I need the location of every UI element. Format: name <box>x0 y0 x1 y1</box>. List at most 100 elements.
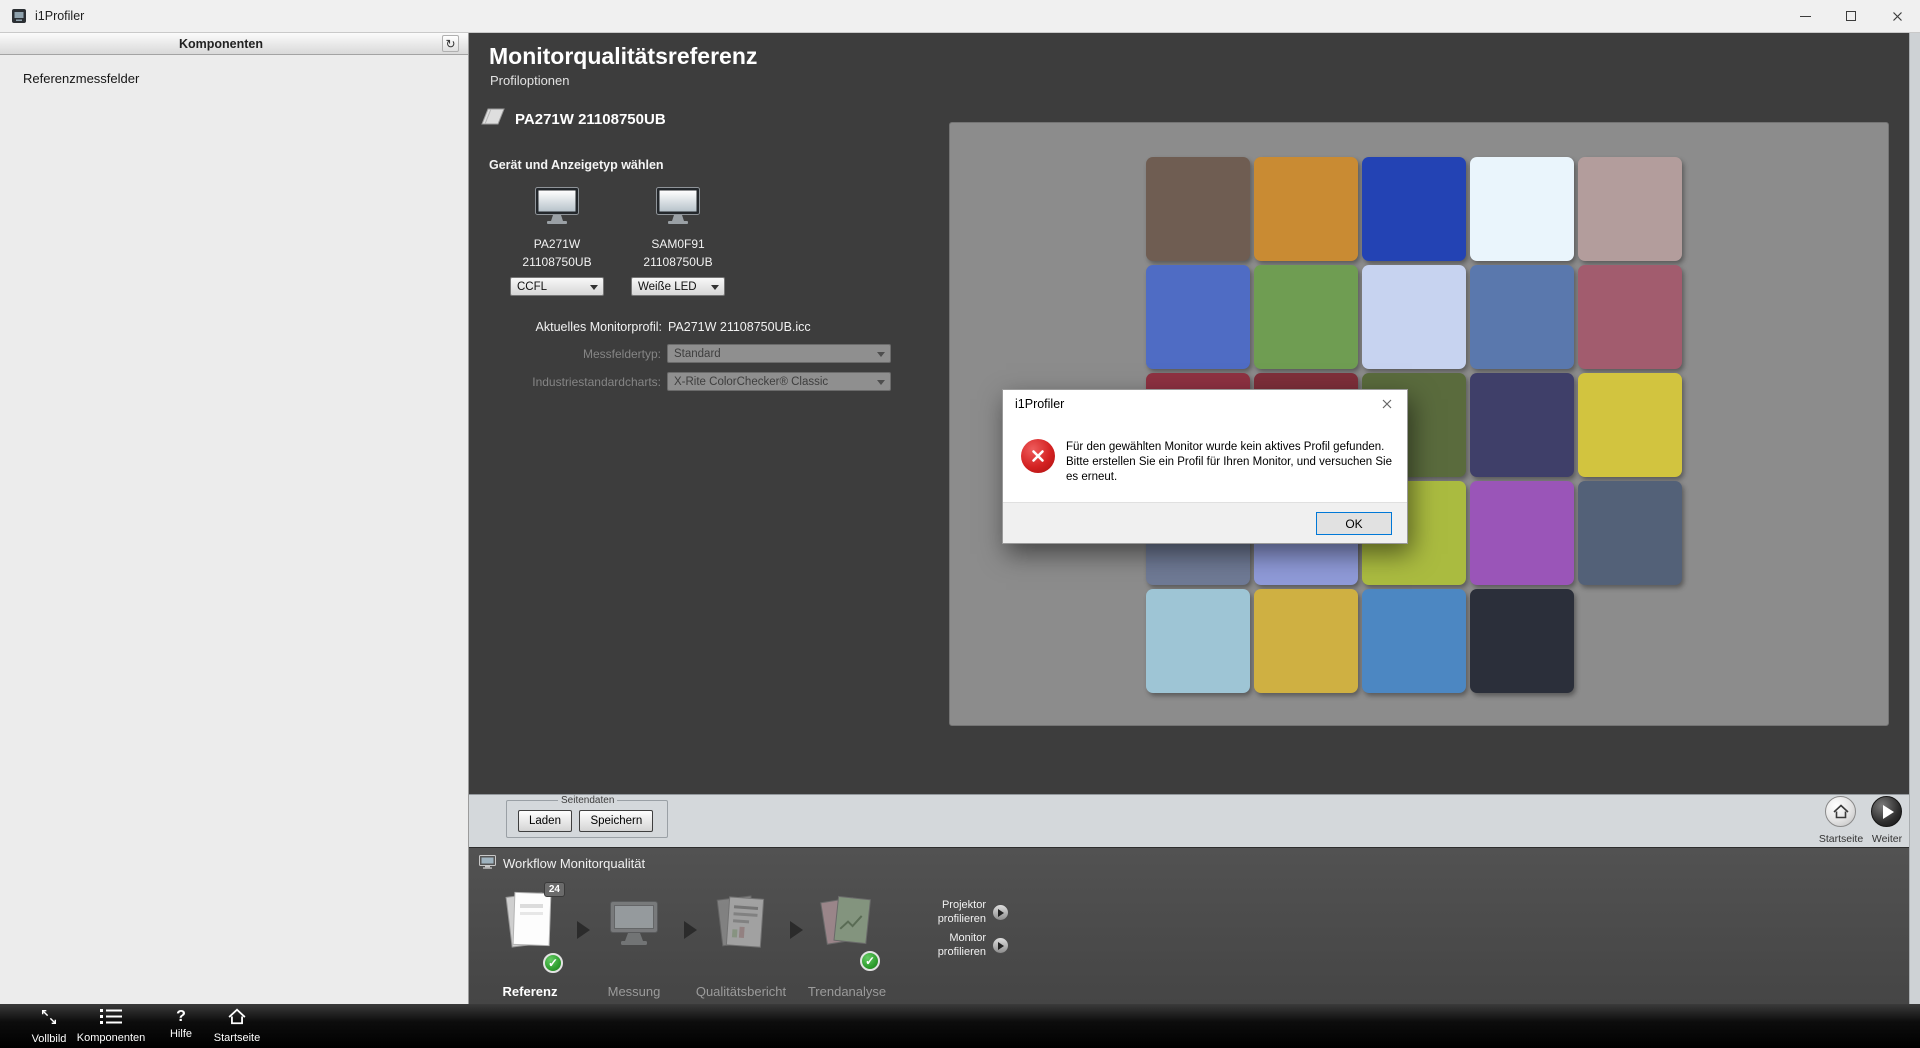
profile-monitor-action: Monitor profilieren <box>866 932 1009 959</box>
page-data-group: Seitendaten Laden Speichern <box>506 795 668 838</box>
color-patch <box>1362 157 1466 261</box>
color-patch <box>1254 589 1358 693</box>
device-serial: 21108750UB <box>630 255 726 269</box>
home-icon <box>228 1008 246 1026</box>
components-list-icon <box>100 1008 122 1026</box>
color-patch <box>1470 157 1574 261</box>
window-controls <box>1782 0 1920 32</box>
sidebar-item-referenzmessfelder[interactable]: Referenzmessfelder <box>23 71 468 86</box>
play-icon <box>1883 805 1894 819</box>
fullscreen-icon <box>39 1008 59 1026</box>
monitor-small-icon <box>479 855 496 872</box>
workflow-step-label: Qualitätsbericht <box>681 984 801 999</box>
device-tile-sam0f91[interactable]: SAM0F91 21108750UB Weiße LED <box>630 182 726 296</box>
device-type-section-label: Gerät und Anzeigetyp wählen <box>489 158 664 172</box>
next-button[interactable] <box>1871 796 1902 827</box>
close-button[interactable] <box>1874 0 1920 32</box>
arrow-right-icon <box>998 909 1004 917</box>
measurement-monitor-icon <box>607 900 661 948</box>
refresh-icon[interactable]: ↻ <box>442 35 459 52</box>
arrow-right-icon <box>998 942 1004 950</box>
toolbar-label: Komponenten <box>71 1032 151 1044</box>
sidebar-header-title: Komponenten <box>179 37 289 51</box>
color-patch <box>1578 265 1682 369</box>
color-patch <box>1470 265 1574 369</box>
check-icon: ✓ <box>543 953 563 973</box>
industry-chart-select: X-Rite ColorChecker® Classic <box>667 372 891 391</box>
maximize-icon <box>1846 11 1856 21</box>
save-button[interactable]: Speichern <box>579 810 653 832</box>
workflow-step-label: Messung <box>586 984 682 999</box>
home-button[interactable] <box>1825 796 1856 827</box>
chevron-down-icon <box>877 380 885 385</box>
patch-type-label: Messfeldertyp: <box>583 347 661 361</box>
color-patch <box>1470 481 1574 585</box>
color-patch <box>1254 157 1358 261</box>
device-serial: 21108750UB <box>509 255 605 269</box>
projector-action-label: Projektor profilieren <box>866 899 986 926</box>
bottom-toolbar <box>0 1004 1920 1048</box>
chevron-down-icon <box>590 285 598 290</box>
sidebar: Komponenten ↻ Referenzmessfelder <box>0 33 469 1004</box>
color-patch <box>1146 157 1250 261</box>
color-patch <box>1470 589 1574 693</box>
device-tile-pa271w[interactable]: PA271W 21108750UB CCFL <box>509 182 605 296</box>
error-dialog: i1Profiler Für den gewählten Monitor wur… <box>1002 389 1408 544</box>
page-data-group-label: Seitendaten <box>558 795 617 806</box>
dialog-footer: OK <box>1003 502 1407 543</box>
quality-report-icon <box>712 890 770 954</box>
workflow-header: Workflow Monitorqualität <box>479 855 645 872</box>
current-profile-label: Aktuelles Monitorprofil: <box>536 320 662 334</box>
color-patch <box>1470 373 1574 477</box>
workflow-step-messung[interactable]: Messung <box>586 884 682 1002</box>
toolbar-label: Startseite <box>197 1032 277 1044</box>
chevron-down-icon <box>711 285 719 290</box>
color-patch <box>1578 373 1682 477</box>
dialog-close-icon[interactable] <box>1376 393 1398 415</box>
next-button-label: Weiter <box>1856 833 1918 845</box>
backlight-select-ccfl[interactable]: CCFL <box>510 277 604 296</box>
device-heading-text: PA271W 21108750UB <box>515 111 666 128</box>
dialog-title: i1Profiler <box>1015 397 1064 411</box>
page-subtitle: Profiloptionen <box>490 73 570 88</box>
projector-go-button[interactable] <box>992 904 1009 921</box>
ok-button[interactable]: OK <box>1316 512 1392 535</box>
close-icon <box>1892 11 1903 22</box>
window-titlebar[interactable]: i1Profiler <box>0 0 1920 33</box>
current-profile-value: PA271W 21108750UB.icc <box>668 320 811 334</box>
window-title: i1Profiler <box>35 9 84 23</box>
toolbar-komponenten[interactable]: Komponenten <box>71 1008 151 1046</box>
color-patch <box>1578 481 1682 585</box>
backlight-select-led[interactable]: Weiße LED <box>631 277 725 296</box>
device-name: PA271W <box>509 237 605 251</box>
select-value: CCFL <box>517 281 547 293</box>
page-actions-band <box>469 794 1909 847</box>
minimize-icon <box>1800 16 1811 17</box>
monitor-go-button[interactable] <box>992 937 1009 954</box>
profile-projector-action: Projektor profilieren <box>866 899 1009 926</box>
workflow-step-referenz[interactable]: 24 ✓ Referenz <box>482 884 578 1002</box>
monitor-icon <box>534 186 580 231</box>
help-icon: ? <box>176 1008 186 1026</box>
chevron-down-icon <box>877 352 885 357</box>
color-patch <box>1254 265 1358 369</box>
profile-book-icon <box>479 106 507 133</box>
vertical-scrollbar[interactable] <box>1909 33 1920 1004</box>
workflow-step-qualitaetsbericht[interactable]: Qualitätsbericht <box>681 884 801 1002</box>
patch-type-select: Standard <box>667 344 891 363</box>
sidebar-header: Komponenten ↻ <box>0 33 468 55</box>
dialog-titlebar[interactable]: i1Profiler <box>1003 390 1407 417</box>
app-window: i1Profiler Komponenten ↻ Referenzmessfel… <box>0 0 1920 1048</box>
toolbar-startseite[interactable]: Startseite <box>197 1008 277 1046</box>
industry-chart-label: Industriestandardcharts: <box>532 375 661 389</box>
device-heading: PA271W 21108750UB <box>479 106 666 133</box>
error-icon <box>1021 439 1055 473</box>
color-patch <box>1146 589 1250 693</box>
maximize-button[interactable] <box>1828 0 1874 32</box>
color-patch <box>1362 589 1466 693</box>
minimize-button[interactable] <box>1782 0 1828 32</box>
dialog-message: Für den gewählten Monitor wurde kein akt… <box>1066 440 1396 485</box>
load-button[interactable]: Laden <box>518 810 572 832</box>
page-title: Monitorqualitätsreferenz <box>489 43 757 70</box>
color-patch <box>1146 265 1250 369</box>
